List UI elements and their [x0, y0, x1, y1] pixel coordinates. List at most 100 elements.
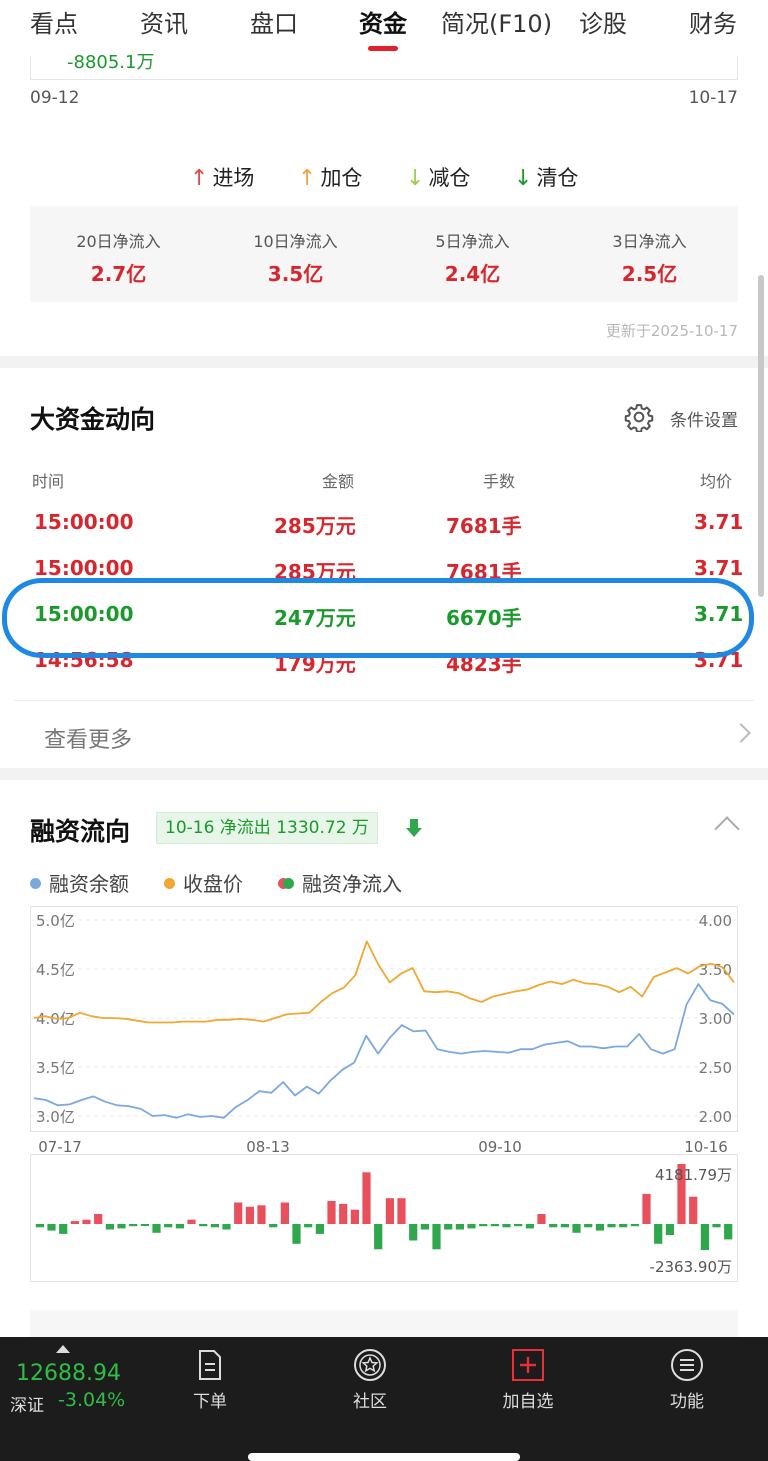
tab-finance[interactable]: 财务	[689, 4, 737, 39]
net-inflow-20d: 20日净流入 2.7亿	[76, 232, 161, 286]
nav-order[interactable]: 下单	[160, 1337, 260, 1437]
net-inflow-bar	[94, 1214, 103, 1224]
right-axis-tick: 3.50	[699, 961, 732, 979]
tab-f10[interactable]: 简况(F10)	[441, 4, 552, 39]
x-axis-tick: 08-13	[246, 1138, 290, 1156]
section-title: 大资金动向	[30, 405, 156, 434]
table-row[interactable]: 15:00:00 285万元 7681手 3.71	[0, 510, 768, 550]
net-inflow-bar	[619, 1224, 628, 1228]
chart-end-date: 10-17	[688, 88, 738, 108]
home-indicator	[248, 1453, 520, 1461]
net-inflow-bar	[700, 1224, 709, 1250]
chevron-right-icon[interactable]	[731, 723, 751, 743]
net-inflow-bar	[397, 1198, 406, 1224]
header-time: 时间	[32, 472, 65, 491]
index-name: 深证	[10, 1396, 44, 1416]
x-axis-tick: 07-17	[38, 1138, 82, 1156]
net-inflow-bar	[479, 1224, 488, 1227]
net-inflow-bar	[199, 1224, 208, 1227]
legend-clear: ↓ 清仓	[514, 166, 579, 191]
view-more-link[interactable]: 查看更多	[44, 722, 132, 754]
net-outflow-badge: 10-16 净流出 1330.72 万	[156, 812, 378, 844]
nav-community[interactable]: 社区	[320, 1337, 420, 1437]
header-amount: 金额	[322, 472, 355, 491]
big-capital-card: 大资金动向 条件设置 时间 金额 手数 均价 15:00:00 285万元 76…	[0, 368, 768, 768]
net-inflow-bar	[129, 1224, 138, 1227]
dot-icon	[30, 878, 41, 889]
up-arrow-icon: ↑	[190, 166, 209, 191]
net-inflow-bar	[59, 1224, 68, 1234]
chart-start-date: 09-12	[30, 88, 80, 108]
next-summary-strip	[30, 1310, 738, 1340]
series-line-margin-balance	[33, 983, 735, 1119]
legend-close-price: 收盘价	[164, 868, 243, 897]
update-time: 更新于2025-10-17	[605, 322, 738, 340]
gear-icon[interactable]	[624, 402, 654, 432]
net-inflow-bar	[432, 1224, 441, 1250]
header-lots: 手数	[483, 472, 516, 491]
scrollbar[interactable]	[758, 275, 764, 597]
condition-settings-button[interactable]: 条件设置	[670, 406, 738, 431]
net-inflow-10d: 10日净流入 3.5亿	[253, 232, 338, 286]
tab-diagnosis[interactable]: 诊股	[579, 4, 627, 39]
tab-order-book[interactable]: 盘口	[250, 4, 298, 39]
net-inflow-bar	[82, 1219, 91, 1224]
net-inflow-bar	[560, 1224, 569, 1228]
legend-enter: ↑ 进场	[190, 166, 255, 191]
nav-add-watchlist[interactable]: 加自选	[478, 1337, 578, 1437]
net-inflow-bar	[525, 1224, 534, 1229]
net-inflow-bar	[187, 1219, 196, 1224]
net-inflow-bar	[502, 1224, 511, 1228]
right-axis-tick: 4.00	[699, 912, 732, 930]
right-axis-tick: 2.50	[699, 1059, 732, 1077]
net-inflow-bar	[549, 1224, 558, 1228]
highlight-ellipse-annotation	[2, 578, 754, 658]
net-inflow-bar	[339, 1203, 348, 1224]
chevron-up-icon[interactable]	[714, 816, 740, 842]
legend-add: ↑ 加仓	[298, 166, 363, 191]
tab-kandian[interactable]: 看点	[30, 4, 78, 39]
bar-chart-frame	[30, 1154, 738, 1282]
left-axis-tick: 3.0亿	[36, 1108, 75, 1126]
net-inflow-bar	[514, 1224, 523, 1227]
net-inflow-bar	[654, 1224, 663, 1244]
legend-net-inflow: 融资净流入	[278, 868, 402, 897]
net-inflow-bar	[420, 1224, 429, 1230]
section-title: 融资流向	[30, 817, 131, 846]
nav-functions[interactable]: 功能	[637, 1337, 737, 1437]
legend-reduce: ↓ 减仓	[406, 166, 471, 191]
net-inflow-bar	[455, 1224, 464, 1230]
order-icon	[199, 1350, 221, 1380]
tab-capital[interactable]: 资金	[359, 4, 407, 39]
left-axis-tick: 4.5亿	[36, 961, 75, 979]
line-chart-frame	[30, 906, 738, 1132]
index-value[interactable]: 12688.94	[16, 1361, 121, 1386]
net-inflow-bar	[537, 1214, 546, 1224]
expand-up-icon[interactable]	[56, 1345, 70, 1353]
net-inflow-bar	[47, 1224, 56, 1231]
net-inflow-5d: 5日净流入 2.4亿	[435, 232, 510, 286]
net-inflow-bar	[315, 1224, 324, 1234]
net-inflow-bar	[245, 1206, 254, 1224]
net-inflow-bar	[362, 1172, 371, 1224]
net-inflow-bar	[724, 1224, 733, 1240]
net-inflow-bar	[304, 1224, 313, 1228]
active-tab-indicator	[368, 46, 398, 51]
add-watchlist-icon	[512, 1349, 544, 1381]
action-legend: ↑ 进场 ↑ 加仓 ↓ 减仓 ↓ 清仓	[0, 162, 768, 192]
index-change-pct: -3.04%	[58, 1389, 126, 1411]
net-inflow-bar	[350, 1209, 359, 1224]
net-inflow-bar	[607, 1224, 616, 1228]
legend-margin-balance: 融资余额	[30, 868, 129, 897]
bar-min-label: -2363.90万	[650, 1258, 732, 1276]
dot-icon	[164, 878, 175, 889]
tab-news[interactable]: 资讯	[140, 4, 188, 39]
net-inflow-bar	[257, 1205, 266, 1224]
right-axis-tick: 2.00	[699, 1108, 732, 1126]
net-inflow-bar	[385, 1198, 394, 1224]
net-inflow-bar	[327, 1201, 336, 1224]
capital-flow-card: -8805.1万 09-12 10-17 ↑ 进场 ↑ 加仓 ↓ 减仓 ↓ 清仓 20日…	[0, 52, 768, 356]
community-icon	[354, 1349, 386, 1381]
margin-flow-chart[interactable]: 5.0亿4.5亿4.0亿3.5亿3.0亿4.003.503.002.502.00…	[30, 906, 738, 1286]
series-line-close-price	[33, 940, 735, 1024]
